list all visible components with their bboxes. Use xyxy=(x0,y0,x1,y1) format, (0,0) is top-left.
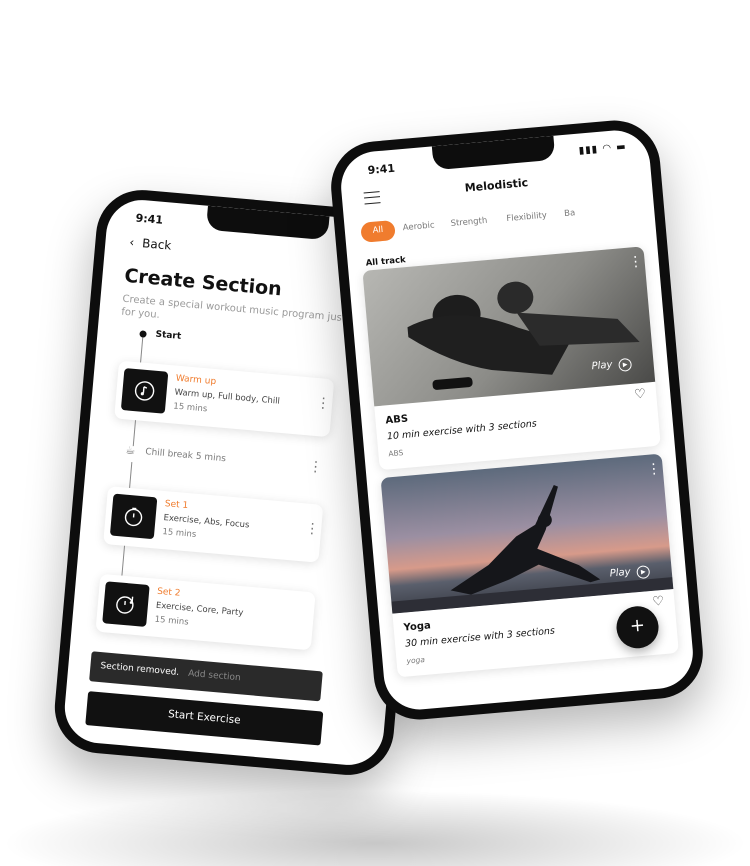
track-card-abs[interactable]: Play ▶ ⋮ ABS 10 min exercise with 3 sect… xyxy=(362,246,661,471)
tab-all-label: All xyxy=(372,224,384,236)
timeline-line xyxy=(132,420,137,447)
music-note-icon xyxy=(134,381,155,401)
section-title: Set 2 xyxy=(156,586,181,599)
tab-strength[interactable]: Strength xyxy=(450,216,488,229)
coffee-icon: ☕ xyxy=(124,443,136,458)
chevron-left-icon: ‹ xyxy=(128,235,135,250)
more-options-icon[interactable]: ⋮ xyxy=(628,253,643,270)
floor-shadow xyxy=(0,790,750,866)
break-label: Chill break 5 mins xyxy=(144,447,227,465)
notch xyxy=(205,205,330,241)
more-options-icon[interactable]: ⋮ xyxy=(305,520,320,537)
right-screen: 9:41 ▮▮▮ ◠ ▬ Melodistic All Aerobic Stre… xyxy=(338,127,696,713)
yoga-photo: Play ▶ ⋮ xyxy=(380,453,674,614)
section-title: Warm up xyxy=(175,373,217,388)
play-label: Play xyxy=(591,359,613,373)
snackbar-action[interactable]: Add section xyxy=(188,669,241,684)
play-circle-icon: ▶ xyxy=(636,565,651,580)
notch xyxy=(431,135,556,171)
play-circle-icon: ▶ xyxy=(618,357,633,372)
tab-flexibility[interactable]: Flexibility xyxy=(506,211,547,224)
status-time: 9:41 xyxy=(367,161,396,178)
music-timer-icon xyxy=(116,596,134,614)
abs-photo-figures xyxy=(407,281,640,390)
plus-icon: + xyxy=(628,614,646,637)
section-card-set2[interactable]: Set 2 Exercise, Core, Party 15 mins xyxy=(95,573,316,651)
back-button[interactable]: ‹ Back xyxy=(129,235,172,253)
section-thumb xyxy=(109,493,158,540)
track-title: Yoga xyxy=(403,620,432,634)
status-icons: ▮▮▮ ◠ ▬ xyxy=(578,141,628,157)
tab-ba[interactable]: Ba xyxy=(564,208,576,219)
heart-icon[interactable]: ♡ xyxy=(634,387,647,403)
tab-aerobic[interactable]: Aerobic xyxy=(402,220,435,233)
track-subtitle: 10 min exercise with 3 sections xyxy=(386,418,538,443)
play-label: Play xyxy=(609,566,632,580)
abs-photo: Play ▶ ⋮ xyxy=(362,246,656,407)
section-card-warmup[interactable]: Warm up Warm up, Full body, Chill 15 min… xyxy=(114,360,335,438)
track-tag: ABS xyxy=(388,448,404,459)
yoga-photo-figure xyxy=(391,485,674,614)
section-duration: 15 mins xyxy=(154,614,189,628)
section-title: Set 1 xyxy=(164,499,189,512)
section-thumb xyxy=(102,581,150,627)
heart-icon[interactable]: ♡ xyxy=(652,594,665,610)
timeline-start-label: Start xyxy=(155,329,182,342)
snackbar-text: Section removed. xyxy=(100,661,180,678)
more-options-icon[interactable]: ⋮ xyxy=(646,461,661,478)
section-duration: 15 mins xyxy=(161,527,197,540)
start-exercise-label: Start Exercise xyxy=(167,708,242,727)
more-options-icon[interactable]: ⋮ xyxy=(316,395,331,412)
timeline-line xyxy=(129,462,133,489)
timeline-line xyxy=(139,337,144,364)
start-exercise-button[interactable]: Start Exercise xyxy=(85,691,324,746)
section-duration: 15 mins xyxy=(172,401,208,415)
track-title: ABS xyxy=(385,413,409,427)
section-card-set1[interactable]: Set 1 Exercise, Abs, Focus 15 mins ⋮ xyxy=(103,486,324,563)
tab-all[interactable]: All xyxy=(360,219,396,243)
back-label: Back xyxy=(141,236,172,253)
timeline-line xyxy=(121,545,126,576)
right-phone: 9:41 ▮▮▮ ◠ ▬ Melodistic All Aerobic Stre… xyxy=(327,116,707,724)
break-more-options-icon[interactable]: ⋮ xyxy=(308,459,323,476)
track-tag: yoga xyxy=(406,654,426,666)
timer-icon xyxy=(124,507,143,527)
status-time: 9:41 xyxy=(135,211,164,227)
section-thumb xyxy=(120,368,169,414)
